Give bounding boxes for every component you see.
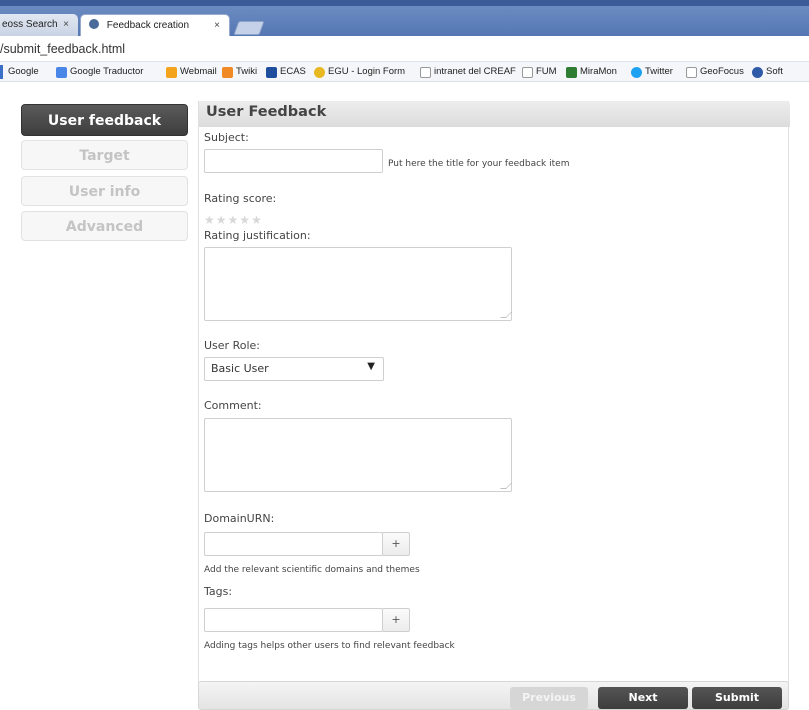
miramon-icon xyxy=(566,66,577,78)
nav-user-feedback[interactable]: User feedback xyxy=(21,104,188,136)
panel-header: User Feedback xyxy=(199,101,790,127)
twiki-icon xyxy=(222,66,233,78)
ecas-icon xyxy=(266,66,277,78)
previous-button[interactable]: Previous xyxy=(510,687,588,709)
bookmark-twitter[interactable]: Twitter xyxy=(631,62,673,81)
submit-button[interactable]: Submit xyxy=(692,687,782,709)
nav-target[interactable]: Target xyxy=(21,140,188,170)
bookmark-miramon[interactable]: MiraMon xyxy=(566,62,617,81)
justification-label: Rating justification: xyxy=(204,229,311,242)
page-icon xyxy=(522,66,533,78)
bookmark-webmail[interactable]: Webmail xyxy=(166,62,217,81)
tags-input[interactable] xyxy=(204,608,383,632)
page-title: User Feedback xyxy=(206,104,327,120)
comment-label: Comment: xyxy=(204,399,262,412)
bookmark-google[interactable]: Google xyxy=(8,62,39,81)
role-label: User Role: xyxy=(204,339,260,352)
subject-input[interactable] xyxy=(204,149,383,173)
window-top-bar xyxy=(0,0,809,6)
resize-handle-icon[interactable] xyxy=(500,312,512,318)
add-tag-button[interactable]: + xyxy=(382,608,410,632)
tab-eoss-search[interactable]: eoss Search × xyxy=(0,14,78,36)
domain-input[interactable] xyxy=(204,532,383,556)
star-icon[interactable]: ★ xyxy=(251,214,262,226)
twitter-icon xyxy=(631,66,642,78)
justification-textarea[interactable] xyxy=(204,247,512,321)
translate-icon xyxy=(56,66,67,78)
resize-handle-icon[interactable] xyxy=(500,483,512,489)
url-text: /submit_feedback.html xyxy=(0,42,126,56)
subject-hint: Put here the title for your feedback ite… xyxy=(388,159,570,169)
star-icon[interactable]: ★ xyxy=(204,214,215,226)
star-icon[interactable]: ★ xyxy=(228,214,239,226)
next-button[interactable]: Next xyxy=(598,687,688,709)
star-icon[interactable]: ★ xyxy=(216,214,227,226)
bookmark-ecas[interactable]: ECAS xyxy=(266,62,306,81)
page-icon xyxy=(686,66,697,78)
bookmark-egu-login[interactable]: EGU - Login Form xyxy=(314,62,405,81)
tab-label: eoss Search xyxy=(2,19,58,30)
rating-stars[interactable]: ★ ★ ★ ★ ★ xyxy=(204,214,262,226)
nav-user-info[interactable]: User info xyxy=(21,176,188,206)
user-role-value: Basic User xyxy=(211,362,269,375)
bookmark-soft[interactable]: Soft xyxy=(752,62,783,81)
domain-hint: Add the relevant scientific domains and … xyxy=(204,565,420,575)
add-domain-button[interactable]: + xyxy=(382,532,410,556)
address-bar[interactable]: /submit_feedback.html xyxy=(0,36,809,62)
egu-icon xyxy=(314,66,325,78)
mail-icon xyxy=(166,66,177,78)
favicon-icon xyxy=(89,19,99,30)
rating-label: Rating score: xyxy=(204,192,277,205)
comment-textarea[interactable] xyxy=(204,418,512,492)
bookmark-twiki[interactable]: Twiki xyxy=(222,62,257,81)
page-icon xyxy=(420,66,431,78)
bookmark-google-traductor[interactable]: Google Traductor xyxy=(56,62,143,81)
nav-advanced[interactable]: Advanced xyxy=(21,211,188,241)
browser-tab-strip: eoss Search × Feedback creation × xyxy=(0,0,809,36)
close-icon[interactable]: × xyxy=(214,15,220,36)
new-tab-button[interactable] xyxy=(233,21,265,35)
close-icon[interactable]: × xyxy=(63,14,69,36)
bookmarks-bar: Google Google Traductor Webmail Twiki EC… xyxy=(0,62,809,82)
bookmark-intranet-creaf[interactable]: intranet del CREAF xyxy=(420,62,516,81)
bookmark-geofocus[interactable]: GeoFocus xyxy=(686,62,744,81)
user-role-select[interactable]: Basic User ▼ xyxy=(204,357,384,381)
bookmark-fum[interactable]: FUM xyxy=(522,62,557,81)
tags-label: Tags: xyxy=(204,585,233,598)
tab-label: Feedback creation xyxy=(106,20,190,31)
star-icon[interactable]: ★ xyxy=(239,214,250,226)
tags-hint: Adding tags helps other users to find re… xyxy=(204,641,455,651)
subject-label: Subject: xyxy=(204,131,249,144)
form-footer: Previous Next Submit xyxy=(198,681,789,710)
domain-label: DomainURN: xyxy=(204,512,275,525)
caret-down-icon: ▼ xyxy=(367,361,375,372)
tab-feedback-creation[interactable]: Feedback creation × xyxy=(80,14,230,36)
bookmarks-edge xyxy=(0,65,3,79)
soft-icon xyxy=(752,66,763,78)
feedback-form-panel: User Feedback Subject: Put here the titl… xyxy=(198,101,790,701)
